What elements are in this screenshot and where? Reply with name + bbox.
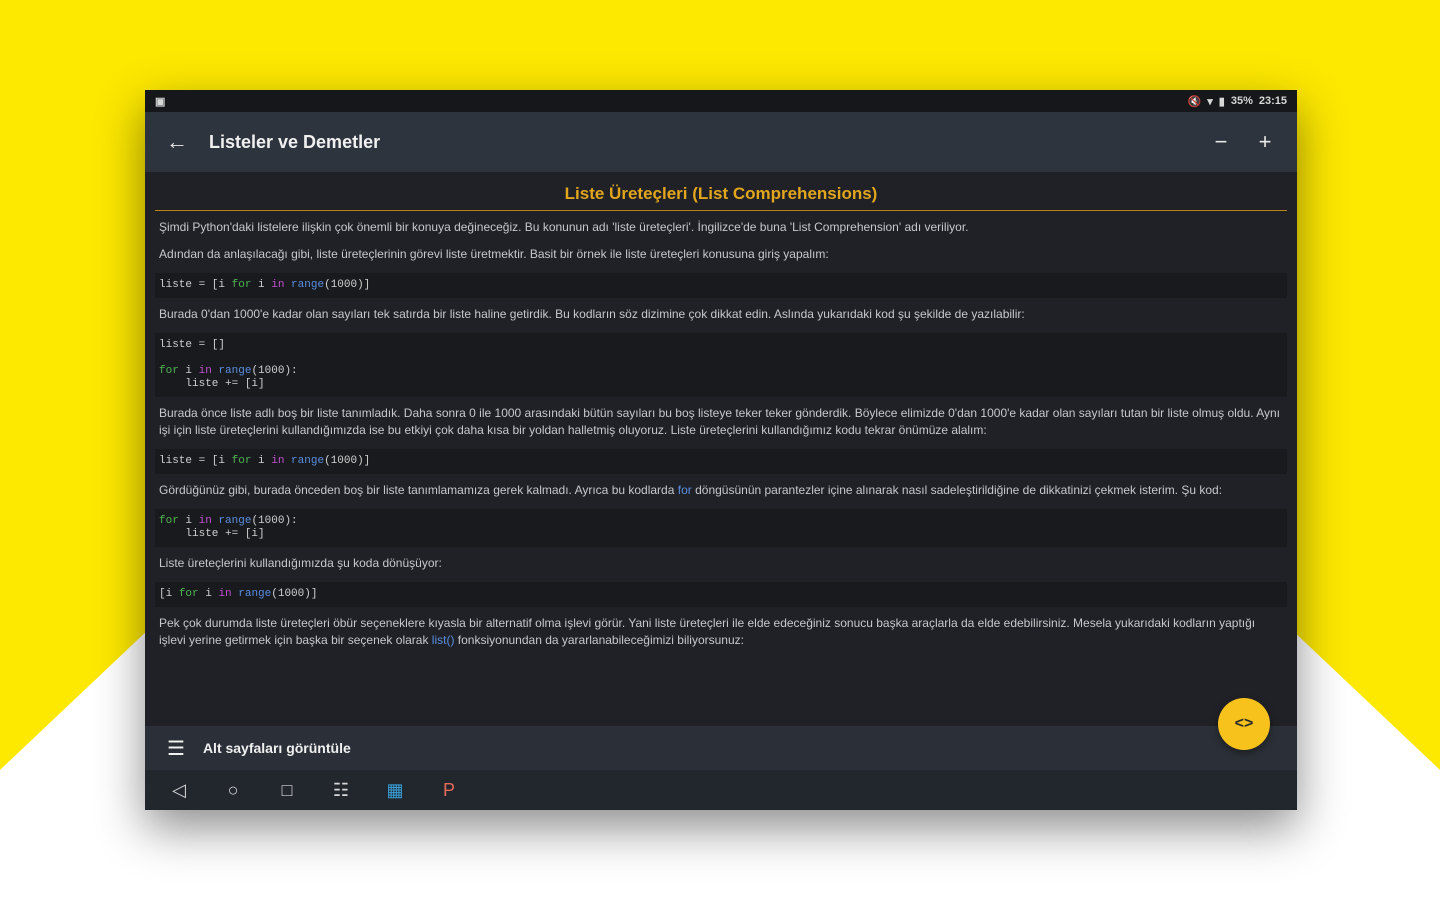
article-content[interactable]: Liste Üreteçleri (List Comprehensions) Ş… bbox=[145, 172, 1297, 726]
app-bar-actions: − + bbox=[1203, 124, 1283, 160]
app-bar: ← Listeler ve Demetler − + bbox=[145, 112, 1297, 172]
minus-icon[interactable]: − bbox=[1203, 124, 1239, 160]
app-icon-python[interactable]: P bbox=[437, 780, 461, 801]
battery-level: 35% bbox=[1230, 95, 1253, 107]
arrow-left-icon[interactable]: ← bbox=[159, 124, 195, 160]
section-heading: Liste Üreteçleri (List Comprehensions) bbox=[155, 172, 1287, 211]
system-navigation-bar: ◁ ○ □ ☷ ▦ P bbox=[145, 770, 1297, 810]
screenshot-notification-icon: ▣ bbox=[155, 95, 166, 108]
subpages-label: Alt sayfaları görüntüle bbox=[202, 740, 351, 756]
inline-code-list: list() bbox=[431, 633, 455, 647]
code-block: liste = [i for i in range(1000)] bbox=[155, 449, 1287, 474]
page-title: Listeler ve Demetler bbox=[209, 131, 381, 152]
code-block: for i in range(1000): liste += [i] bbox=[155, 509, 1287, 547]
tablet-screen: ▣ 🔇 ▾ ▮ 35% 23:15 ← Listeler ve Demetler… bbox=[145, 90, 1297, 810]
status-bar: ▣ 🔇 ▾ ▮ 35% 23:15 bbox=[145, 90, 1297, 112]
recents-nav-icon[interactable]: □ bbox=[275, 780, 299, 801]
paragraph: Şimdi Python'daki listelere ilişkin çok … bbox=[159, 220, 969, 234]
paragraph: Adından da anlaşılacağı gibi, liste üret… bbox=[159, 247, 829, 261]
wifi-icon: ▾ bbox=[1207, 95, 1213, 108]
battery-icon: ▮ bbox=[1218, 95, 1225, 108]
home-nav-icon[interactable]: ○ bbox=[221, 780, 245, 801]
paragraph: Pek çok durumda liste üreteçleri öbür se… bbox=[159, 616, 1256, 647]
code-toggle-button[interactable]: <> bbox=[1218, 698, 1270, 750]
paragraph: Burada önce liste adlı boş bir liste tan… bbox=[159, 406, 1280, 437]
status-right: 🔇 ▾ ▮ 35% 23:15 bbox=[1188, 95, 1287, 108]
mute-icon: 🔇 bbox=[1187, 95, 1202, 108]
paragraph: Burada 0'dan 1000'e kadar olan sayıları … bbox=[159, 307, 1025, 321]
subpages-bar[interactable]: ☰ Alt sayfaları görüntüle bbox=[145, 726, 1297, 770]
app-drawer-icon[interactable]: ☷ bbox=[329, 780, 353, 801]
code-block: [i for i in range(1000)] bbox=[155, 582, 1287, 607]
paragraph: Gördüğünüz gibi, burada önceden boş bir … bbox=[159, 483, 1223, 497]
code-block: liste = [i for i in range(1000)] bbox=[155, 273, 1287, 298]
code-block: liste = [] for i in range(1000): liste +… bbox=[155, 333, 1287, 397]
plus-icon[interactable]: + bbox=[1247, 124, 1283, 160]
app-icon-books[interactable]: ▦ bbox=[383, 780, 407, 801]
inline-code-for: for bbox=[677, 483, 692, 497]
clock: 23:15 bbox=[1258, 95, 1287, 107]
back-nav-icon[interactable]: ◁ bbox=[167, 780, 191, 801]
paragraph: Liste üreteçlerini kullandığımızda şu ko… bbox=[159, 556, 442, 570]
list-icon: ☰ bbox=[167, 737, 185, 760]
